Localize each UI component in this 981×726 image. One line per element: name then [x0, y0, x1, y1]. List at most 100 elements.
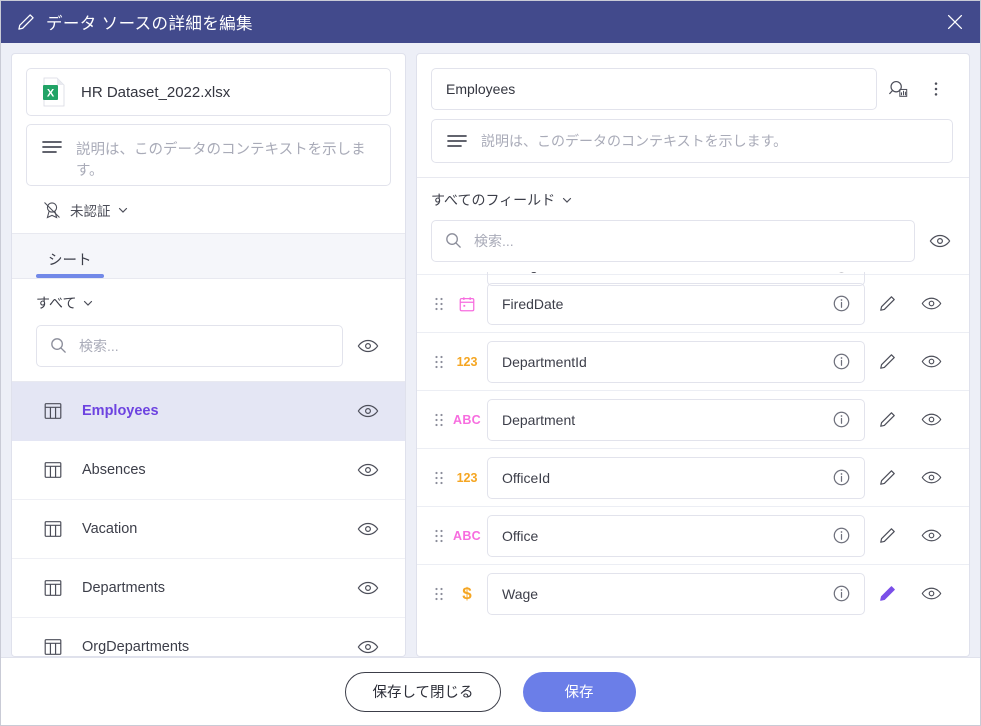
sheet-item-label: Absences [82, 461, 146, 478]
sheet-item-visibility-toggle[interactable] [355, 398, 381, 424]
chevron-down-icon [117, 204, 129, 216]
save-button[interactable]: 保存 [522, 671, 636, 712]
field-name-value: DepartmentId [502, 353, 587, 370]
field-row: 123 OfficeId [417, 448, 969, 506]
field-search-input[interactable]: 検索... [431, 220, 915, 262]
search-chart-icon[interactable] [881, 72, 915, 106]
drag-handle-icon[interactable] [431, 412, 447, 428]
drag-handle-icon[interactable] [431, 470, 447, 486]
field-visibility-toggle[interactable] [909, 467, 953, 488]
tab-sheets[interactable]: シート [36, 249, 104, 278]
sheet-item-employees[interactable]: Employees [12, 381, 405, 441]
field-name-value: OfficeId [502, 469, 550, 486]
field-edit-button[interactable] [865, 584, 909, 603]
sheet-item-absences[interactable]: Absences [12, 440, 405, 500]
field-visibility-toggle[interactable] [909, 583, 953, 604]
field-name-value: FiredDate [502, 295, 564, 312]
close-button[interactable] [930, 1, 980, 43]
info-icon[interactable] [832, 584, 852, 604]
sheet-search-row: 検索... [12, 313, 405, 382]
table-name-field[interactable]: Employees [431, 68, 877, 110]
tab-sheets-label: シート [48, 252, 92, 269]
field-visibility-toggle[interactable] [909, 293, 953, 314]
sheet-tabstrip: シート [12, 234, 405, 279]
certification-status[interactable]: 未認証 [12, 186, 405, 234]
number-type-icon: 123 [456, 354, 478, 369]
more-vertical-icon[interactable] [919, 72, 953, 106]
field-edit-button[interactable] [865, 526, 909, 545]
field-name-field[interactable]: OfficeId [487, 456, 865, 499]
sheet-search-input[interactable]: 検索... [36, 324, 343, 367]
table-details-panel: Employees 説明は、このデータのコンテキストを示します。 すべてのフィー… [416, 53, 970, 657]
sheet-item-visibility-toggle[interactable] [355, 457, 381, 483]
field-filter-dropdown[interactable]: すべてのフィールド [431, 190, 573, 210]
svg-text:X: X [47, 88, 55, 100]
drag-handle-icon[interactable] [431, 586, 447, 602]
table-description-field[interactable]: 説明は、このデータのコンテキストを示します。 [431, 119, 953, 163]
field-row: ABC Department [417, 390, 969, 448]
table-icon [42, 636, 64, 656]
drag-handle-icon[interactable] [431, 354, 447, 370]
field-visibility-toggle[interactable] [909, 525, 953, 546]
field-edit-button[interactable] [865, 410, 909, 429]
field-name-value: Wage [502, 585, 539, 602]
dialog-titlebar: データ ソースの詳細を編集 [1, 1, 980, 43]
sheet-filter-dropdown[interactable]: すべて [36, 293, 94, 313]
table-icon [42, 577, 64, 599]
field-name-field[interactable]: Office [487, 514, 865, 557]
sheet-filter-row: すべて [12, 279, 405, 313]
drag-handle-icon[interactable] [431, 528, 447, 544]
field-edit-button[interactable] [865, 352, 909, 371]
dialog-body: X HR Dataset_2022.xlsx 説明は、このデータのコンテキストを… [1, 43, 980, 657]
dialog-footer: 保存して閉じる 保存 [1, 657, 980, 725]
field-name-field[interactable]: DepartmentId [487, 340, 865, 383]
certification-label: 未認証 [70, 204, 111, 219]
dialog-title: データ ソースの詳細を編集 [46, 15, 253, 33]
field-name-field[interactable]: Department [487, 398, 865, 441]
field-visibility-toggle[interactable] [909, 409, 953, 430]
sheet-item-visibility-toggle[interactable] [355, 575, 381, 601]
sheet-filter-label: すべて [36, 294, 77, 311]
field-edit-button[interactable] [865, 468, 909, 487]
info-icon[interactable] [832, 272, 852, 275]
sheet-item-visibility-toggle[interactable] [355, 516, 381, 542]
field-name-value: ResignedDate [502, 272, 832, 273]
sheet-search-placeholder: 検索... [79, 337, 119, 354]
info-icon[interactable] [832, 352, 852, 372]
description-lines-icon [41, 139, 63, 157]
datasource-name-value: HR Dataset_2022.xlsx [81, 83, 231, 101]
text-type-icon: ABC [453, 412, 481, 427]
sheet-item-visibility-toggle[interactable] [355, 634, 381, 656]
field-search-placeholder: 検索... [474, 233, 514, 249]
sheet-item-vacation[interactable]: Vacation [12, 499, 405, 559]
field-name-field[interactable]: FiredDate [487, 282, 865, 325]
text-type-icon: ABC [453, 528, 481, 543]
sheet-item-label: Departments [82, 579, 166, 596]
field-search-row: 検索... [417, 210, 969, 272]
uncertified-ribbon-icon [42, 200, 62, 220]
field-name-field[interactable]: Wage [487, 572, 865, 615]
table-name-value: Employees [446, 81, 516, 97]
table-name-row: Employees [431, 68, 953, 110]
info-icon[interactable] [832, 526, 852, 546]
sheet-item-orgdepartments[interactable]: OrgDepartments [12, 617, 405, 656]
chevron-down-icon [82, 297, 94, 309]
info-icon[interactable] [832, 468, 852, 488]
field-filter-label: すべてのフィールド [431, 192, 556, 208]
excel-file-icon: X [41, 77, 67, 107]
description-lines-icon [446, 133, 468, 151]
field-row: FiredDate [417, 274, 969, 332]
pencil-icon [15, 11, 37, 33]
info-icon[interactable] [832, 294, 852, 314]
chevron-down-icon [561, 194, 573, 206]
sheet-visibility-toggle[interactable] [355, 333, 381, 359]
datasource-name-field[interactable]: X HR Dataset_2022.xlsx [26, 68, 391, 116]
info-icon[interactable] [832, 410, 852, 430]
datasource-description-field[interactable]: 説明は、このデータのコンテキストを示します。 [26, 124, 391, 186]
field-edit-button[interactable] [865, 294, 909, 313]
field-visibility-toggle[interactable] [909, 351, 953, 372]
save-and-close-button[interactable]: 保存して閉じる [345, 671, 501, 712]
field-visibility-toggle-all[interactable] [927, 228, 953, 254]
sheet-item-departments[interactable]: Departments [12, 558, 405, 618]
drag-handle-icon[interactable] [431, 296, 447, 312]
